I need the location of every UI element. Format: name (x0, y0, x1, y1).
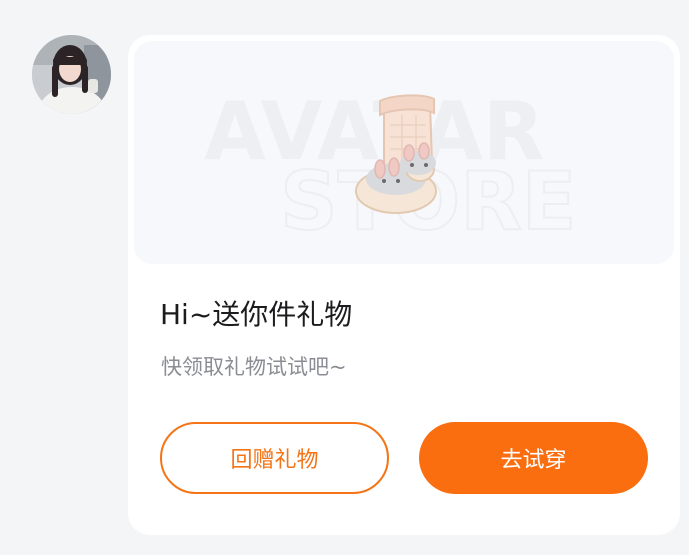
avatar[interactable] (32, 35, 111, 114)
avatar-photo (32, 35, 111, 114)
chat-message: AVATAR STORE (0, 0, 689, 555)
gift-card: AVATAR STORE (128, 35, 680, 535)
gift-title: Hi~送你件礼物 (160, 298, 353, 331)
gift-banner-art: AVATAR STORE (204, 85, 577, 249)
try-on-button[interactable]: 去试穿 (419, 422, 648, 494)
return-gift-button[interactable]: 回赠礼物 (160, 422, 389, 494)
gift-banner: AVATAR STORE (134, 41, 674, 264)
gift-subtitle: 快领取礼物试试吧~ (161, 355, 347, 379)
